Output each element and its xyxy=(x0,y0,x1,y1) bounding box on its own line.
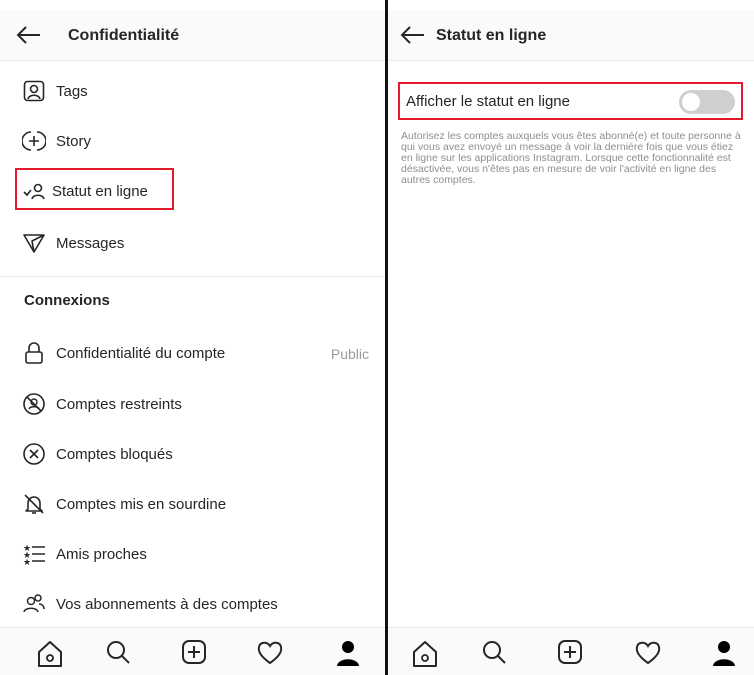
privacy-header: Confidentialité xyxy=(0,10,385,61)
back-arrow-icon[interactable] xyxy=(16,24,42,46)
messages-icon xyxy=(23,234,45,253)
menu-item-tags[interactable]: Tags xyxy=(0,72,385,108)
following-icon xyxy=(23,594,45,613)
menu-item-label: Comptes restreints xyxy=(56,396,182,413)
menu-item-label: Amis proches xyxy=(56,546,147,563)
restricted-icon xyxy=(23,393,45,415)
profile-icon[interactable] xyxy=(334,638,362,668)
section-title-connexions: Connexions xyxy=(24,292,110,309)
online-status-panel: Statut en ligne Afficher le statut en li… xyxy=(388,0,754,675)
online-status-highlight xyxy=(15,168,174,210)
menu-item-label: Tags xyxy=(56,83,88,100)
new-post-icon[interactable] xyxy=(556,638,584,668)
show-online-status-toggle[interactable] xyxy=(679,90,735,114)
new-post-icon[interactable] xyxy=(180,638,208,668)
activity-icon[interactable] xyxy=(256,638,284,668)
tag-icon xyxy=(23,80,45,102)
close-friends-icon: ★ ★ ★ xyxy=(23,543,45,566)
menu-item-label: Confidentialité du compte xyxy=(56,345,226,362)
page-title: Confidentialité xyxy=(68,27,180,44)
online-status-header: Statut en ligne xyxy=(388,10,754,61)
show-online-status-row[interactable]: Afficher le statut en ligne xyxy=(398,82,743,120)
account-privacy-value: Public xyxy=(330,346,369,362)
search-icon[interactable] xyxy=(104,638,132,668)
bottom-nav-bar xyxy=(0,627,385,675)
menu-item-label: Messages xyxy=(56,235,125,252)
blocked-icon xyxy=(23,443,45,465)
menu-item-muted[interactable]: Comptes mis en sourdine xyxy=(0,485,385,521)
section-divider xyxy=(0,276,385,277)
toggle-knob xyxy=(682,93,700,111)
menu-item-label: Story xyxy=(56,133,92,150)
menu-item-story[interactable]: Story xyxy=(0,122,385,158)
lock-icon xyxy=(25,342,43,364)
story-icon xyxy=(22,131,46,151)
bottom-nav-bar xyxy=(388,627,754,675)
privacy-panel: Confidentialité Tags Story Statut en lig… xyxy=(0,0,385,675)
svg-text:★: ★ xyxy=(23,557,31,566)
online-status-description: Autorisez les comptes auxquels vous êtes… xyxy=(401,130,741,186)
menu-item-messages[interactable]: Messages xyxy=(0,224,385,260)
show-online-status-label: Afficher le statut en ligne xyxy=(406,93,570,110)
menu-item-label: Comptes bloqués xyxy=(56,446,173,463)
menu-item-blocked[interactable]: Comptes bloqués xyxy=(0,435,385,471)
menu-item-label: Comptes mis en sourdine xyxy=(56,496,227,513)
menu-item-label: Vos abonnements à des comptes xyxy=(56,596,278,613)
menu-item-restricted[interactable]: Comptes restreints xyxy=(0,385,385,421)
muted-icon xyxy=(24,494,44,514)
search-icon[interactable] xyxy=(480,638,508,668)
menu-item-close-friends[interactable]: ★ ★ ★ Amis proches xyxy=(0,535,385,571)
profile-icon[interactable] xyxy=(710,638,738,668)
home-icon[interactable] xyxy=(36,638,64,668)
menu-item-account-privacy[interactable]: Confidentialité du compte Public xyxy=(0,334,385,370)
menu-item-following[interactable]: Vos abonnements à des comptes xyxy=(0,585,385,621)
page-title: Statut en ligne xyxy=(436,27,547,44)
activity-icon[interactable] xyxy=(634,638,662,668)
home-icon[interactable] xyxy=(411,638,439,668)
back-arrow-icon[interactable] xyxy=(400,24,426,46)
